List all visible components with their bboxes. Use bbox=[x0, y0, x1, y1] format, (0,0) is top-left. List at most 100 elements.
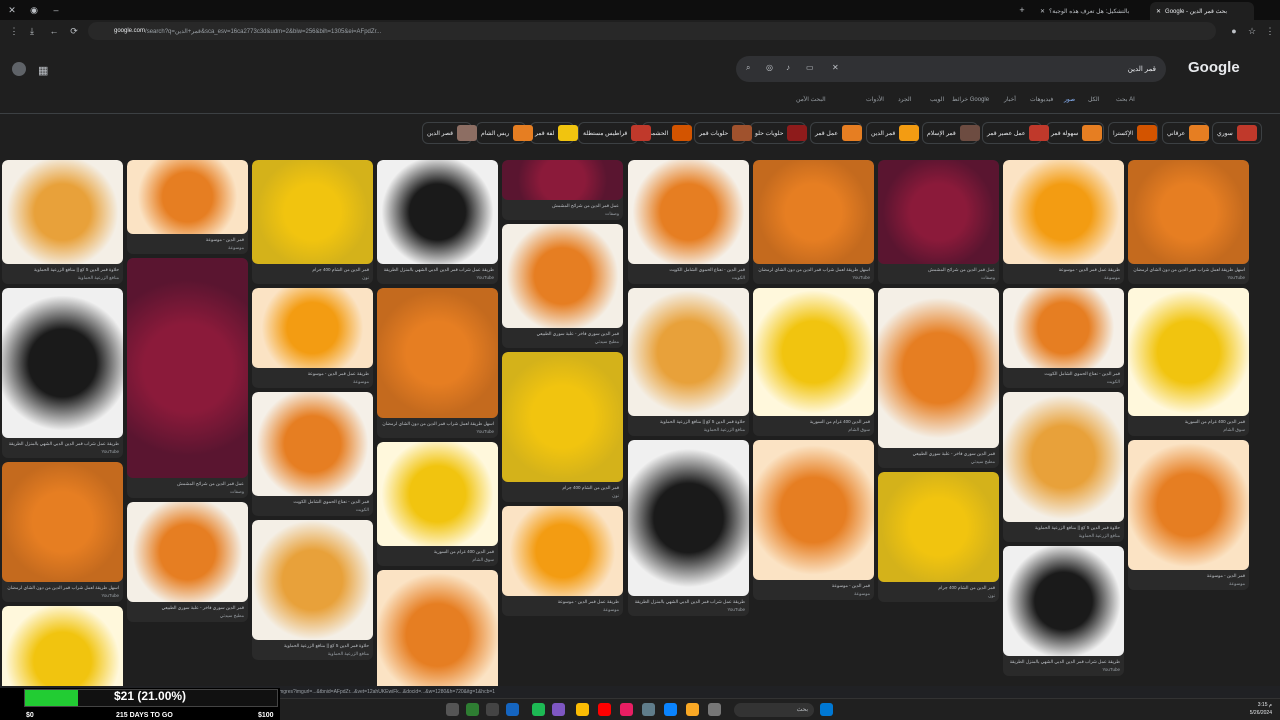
image-result-card[interactable]: قمر الدين - نعناع الحموي الشامل الكويت ال… bbox=[252, 392, 373, 516]
image-thumbnail[interactable] bbox=[1128, 160, 1249, 264]
image-thumbnail[interactable] bbox=[252, 392, 373, 496]
image-caption[interactable]: طريقة عمل قمر الدين - موسوعة bbox=[1007, 267, 1120, 273]
system-tray[interactable]: 3:15 م 5/26/2024 bbox=[1250, 701, 1272, 717]
image-result-card[interactable]: قمر الدين 400 غرام من السورية سوق الشام bbox=[753, 288, 874, 436]
chip-related-search[interactable]: قمر الإسلام bbox=[922, 122, 980, 144]
chip-related-search[interactable]: قصر الدين bbox=[422, 122, 477, 144]
image-caption[interactable]: قمر الدين 400 غرام من السورية bbox=[381, 549, 494, 555]
back-icon[interactable]: ← bbox=[46, 23, 62, 39]
app-icon[interactable] bbox=[620, 703, 633, 716]
image-thumbnail[interactable] bbox=[377, 288, 498, 418]
image-thumbnail[interactable] bbox=[2, 462, 123, 582]
clear-icon[interactable]: ✕ bbox=[832, 63, 839, 72]
taskbar-search[interactable]: بحث bbox=[734, 703, 814, 717]
image-caption[interactable]: قمر الدين - موسوعة bbox=[131, 237, 244, 243]
image-result-card[interactable]: قمر الدين - موسوعة موسوعة bbox=[1128, 440, 1249, 590]
chip-related-search[interactable]: لفة قمر bbox=[530, 122, 579, 144]
image-result-card[interactable]: حلاوة قمر الدين 5 كغ || منافع الزرعية ال… bbox=[1003, 392, 1124, 542]
tab-all[interactable]: الكل bbox=[1088, 96, 1099, 103]
image-thumbnail[interactable] bbox=[628, 440, 749, 596]
minimize-icon[interactable]: – bbox=[44, 0, 68, 20]
image-caption[interactable]: عمل قمر الدين من شرائح المشمش bbox=[882, 267, 995, 273]
image-caption[interactable]: قمر الدين من الشام 400 جرام bbox=[882, 585, 995, 591]
chip-related-search[interactable]: سهولة قمر bbox=[1046, 122, 1104, 144]
edge-icon[interactable] bbox=[664, 703, 677, 716]
tab-ai[interactable]: بحث AI bbox=[1116, 96, 1135, 103]
close-tab-icon[interactable]: ✕ bbox=[1156, 8, 1161, 15]
image-result-card[interactable]: أسهل طريقة لعمل شراب قمر الدين من دون ال… bbox=[377, 288, 498, 438]
image-caption[interactable]: قمر الدين - نعناع الحموي الشامل الكويت bbox=[1007, 371, 1120, 377]
search-icon[interactable]: ⌕ bbox=[746, 63, 750, 73]
image-thumbnail[interactable] bbox=[2, 288, 123, 438]
app-icon[interactable] bbox=[708, 703, 721, 716]
tab-videos[interactable]: فيديوهات bbox=[1030, 96, 1053, 103]
chip-related-search[interactable]: حلويات قمر bbox=[694, 122, 753, 144]
image-result-card[interactable]: قمر الدين من الشام 400 جرام نون bbox=[252, 160, 373, 284]
image-thumbnail[interactable] bbox=[1003, 546, 1124, 656]
search-input[interactable]: ⌕ ◎ ♪ ▭ ✕ قمر الدين bbox=[736, 56, 1166, 82]
folder-icon[interactable] bbox=[686, 703, 699, 716]
image-result-card[interactable]: أسهل طريقة لعمل شراب قمر الدين من دون ال… bbox=[2, 462, 123, 602]
image-caption[interactable]: طريقة عمل شراب قمر الدين الدبي الشهي بال… bbox=[381, 267, 494, 273]
google-logo[interactable]: Google bbox=[1188, 59, 1240, 76]
image-result-card[interactable]: قمر الدين سوري فاخر - علبة سوري الطبيعي م… bbox=[878, 288, 999, 468]
image-result-card[interactable]: عمل قمر الدين من شرائح المشمش وصفات bbox=[127, 258, 248, 498]
image-result-card[interactable]: حلاوة قمر الدين 5 كغ || منافع الزرعية ال… bbox=[628, 288, 749, 436]
image-thumbnail[interactable] bbox=[127, 258, 248, 478]
image-result-card[interactable]: طريقة عمل قمر الدين - موسوعة موسوعة bbox=[252, 288, 373, 388]
image-caption[interactable]: قمر الدين - نعناع الحموي الشامل الكويت bbox=[632, 267, 745, 273]
image-thumbnail[interactable] bbox=[377, 570, 498, 698]
image-thumbnail[interactable] bbox=[2, 606, 123, 698]
app-icon[interactable] bbox=[552, 703, 565, 716]
image-result-card[interactable]: حلاوة قمر الدين 5 كغ || منافع الزرعية ال… bbox=[252, 520, 373, 660]
chrome-taskbar-icon[interactable] bbox=[576, 703, 589, 716]
image-result-card[interactable]: قمر الدين من الشام 400 جرام نون bbox=[878, 472, 999, 602]
new-tab-button[interactable]: + bbox=[1010, 0, 1034, 20]
image-result-card[interactable]: قمر الدين 400 غرام من السورية سوق الشام bbox=[377, 442, 498, 566]
image-caption[interactable]: قمر الدين 400 غرام من السورية bbox=[1132, 419, 1245, 425]
image-thumbnail[interactable] bbox=[878, 472, 999, 582]
image-thumbnail[interactable] bbox=[878, 288, 999, 448]
image-thumbnail[interactable] bbox=[377, 442, 498, 546]
app-icon[interactable] bbox=[466, 703, 479, 716]
chip-related-search[interactable]: سوري bbox=[1212, 122, 1262, 144]
image-result-card[interactable]: طريقة عمل قمر الدين - موسوعة موسوعة bbox=[1003, 160, 1124, 284]
image-caption[interactable]: قمر الدين سوري فاخر - علبة سوري الطبيعي bbox=[882, 451, 995, 457]
image-result-card[interactable]: طريقة عمل شراب قمر الدين الدبي الشهي بال… bbox=[1003, 546, 1124, 676]
image-result-card[interactable]: طريقة عمل شراب قمر الدين الدبي الشهي بال… bbox=[628, 440, 749, 616]
tab-images[interactable]: صور bbox=[1064, 96, 1075, 103]
image-result-card[interactable]: أسهل طريقة لعمل شراب قمر الدين من دون ال… bbox=[1128, 160, 1249, 284]
image-caption[interactable]: قمر الدين - نعناع الحموي الشامل الكويت bbox=[256, 499, 369, 505]
image-caption[interactable]: عمل قمر الدين من شرائح المشمش bbox=[506, 203, 619, 209]
image-thumbnail[interactable] bbox=[252, 160, 373, 264]
image-result-card[interactable]: قمر الدين - موسوعة موسوعة bbox=[753, 440, 874, 600]
chip-related-search[interactable]: حلويات حلو bbox=[750, 122, 808, 144]
app-icon[interactable] bbox=[506, 703, 519, 716]
menu-icon[interactable]: ⋮ bbox=[6, 23, 22, 39]
image-result-card[interactable]: طريقة عمل قمر الدين - موسوعة موسوعة bbox=[502, 506, 623, 616]
youtube-icon[interactable] bbox=[598, 703, 611, 716]
chip-related-search[interactable]: قمر الدين bbox=[866, 122, 920, 144]
tab-web[interactable]: الويب bbox=[930, 96, 944, 103]
image-caption[interactable]: أسهل طريقة لعمل شراب قمر الدين من دون ال… bbox=[381, 421, 494, 427]
image-caption[interactable]: أسهل طريقة لعمل شراب قمر الدين من دون ال… bbox=[6, 585, 119, 591]
app-icon[interactable] bbox=[642, 703, 655, 716]
image-result-card[interactable]: طريقة عمل شراب قمر الدين الدبي الشهي بال… bbox=[377, 160, 498, 284]
image-caption[interactable]: قمر الدين من الشام 400 جرام bbox=[506, 485, 619, 491]
image-thumbnail[interactable] bbox=[127, 502, 248, 602]
image-caption[interactable]: طريقة عمل شراب قمر الدين الدبي الشهي بال… bbox=[1007, 659, 1120, 665]
image-result-card[interactable]: قمر الدين سوري فاخر - علبة سوري الطبيعي م… bbox=[127, 502, 248, 622]
image-caption[interactable]: قمر الدين - موسوعة bbox=[1132, 573, 1245, 579]
lens-icon[interactable]: ◎ bbox=[766, 63, 773, 72]
image-caption[interactable]: قمر الدين - موسوعة bbox=[757, 583, 870, 589]
download-icon[interactable]: ⤓ bbox=[24, 23, 40, 39]
profile-icon[interactable]: ● bbox=[1226, 23, 1242, 39]
image-thumbnail[interactable] bbox=[1003, 392, 1124, 522]
spotify-icon[interactable] bbox=[532, 703, 545, 716]
chip-related-search[interactable]: الإكسترا bbox=[1108, 122, 1158, 144]
image-thumbnail[interactable] bbox=[502, 224, 623, 328]
mic-icon[interactable]: ♪ bbox=[786, 63, 790, 72]
image-thumbnail[interactable] bbox=[1003, 160, 1124, 264]
image-caption[interactable]: قمر الدين من الشام 400 جرام bbox=[256, 267, 369, 273]
image-thumbnail[interactable] bbox=[2, 160, 123, 264]
